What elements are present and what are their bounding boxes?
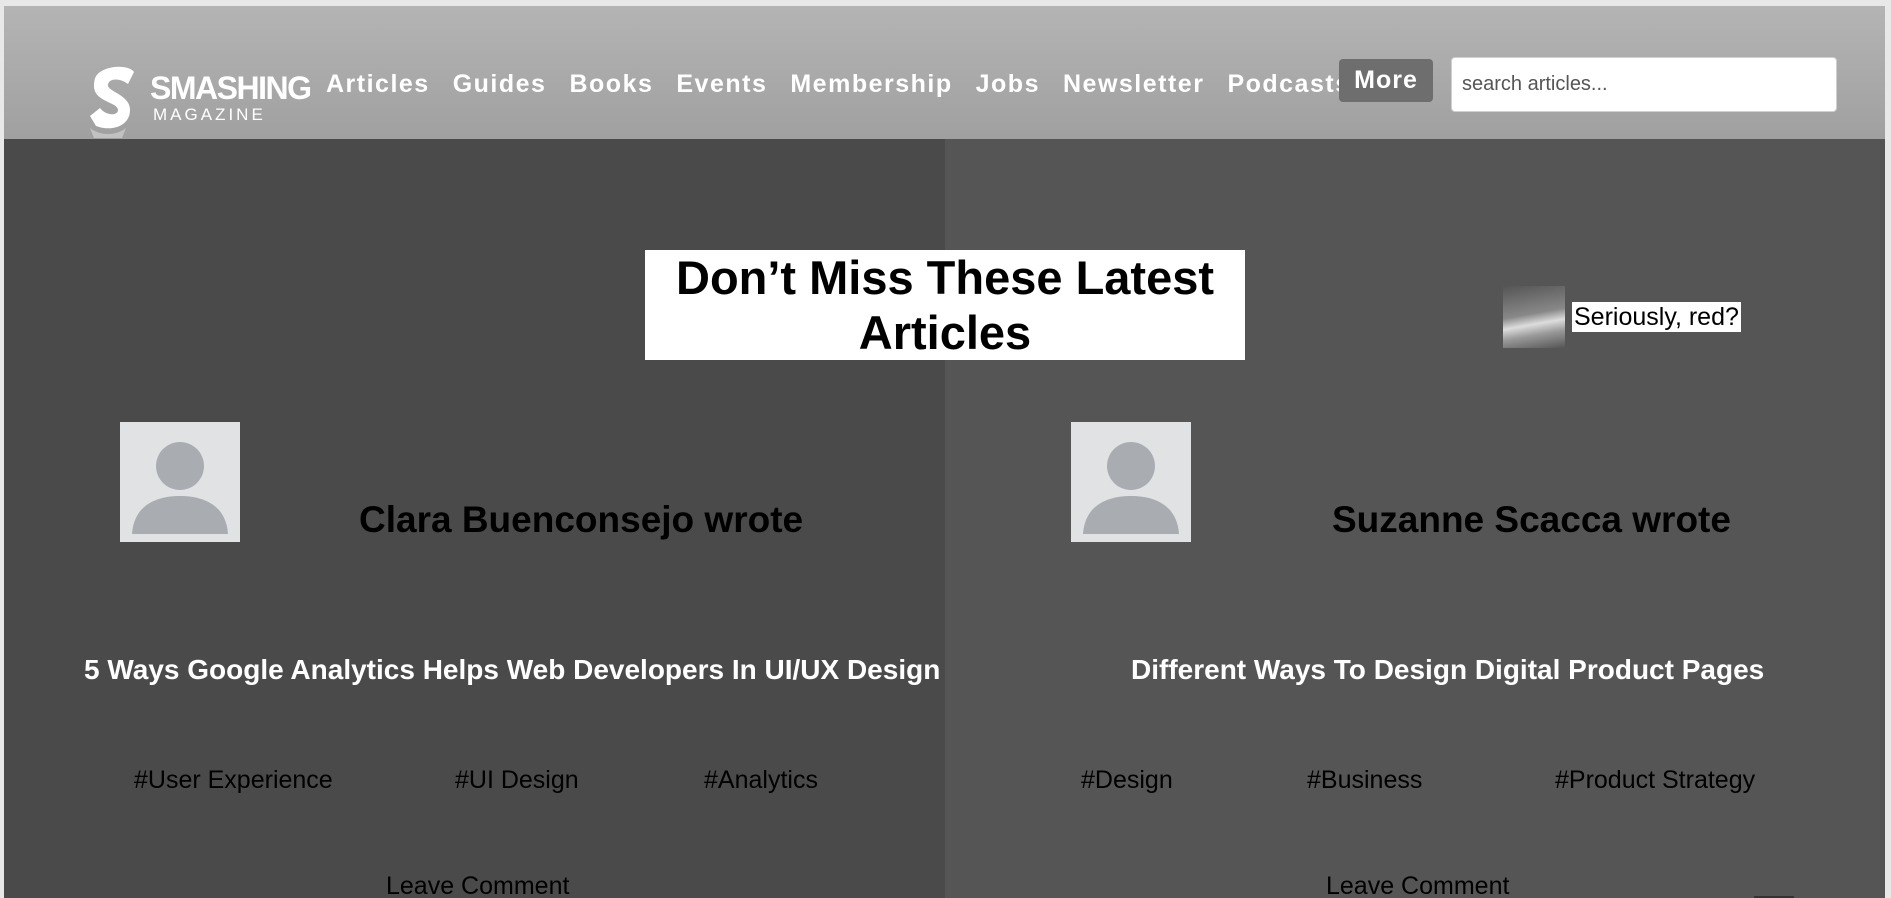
main-nav: Articles Guides Books Events Membership … [326, 68, 1374, 100]
tag-link[interactable]: #Design [1081, 766, 1173, 795]
page-frame: SMASHING MAGAZINE Articles Guides Books … [4, 6, 1885, 898]
nav-item-books[interactable]: Books [569, 70, 653, 99]
tag-link[interactable]: #Business [1307, 766, 1422, 795]
tag-link[interactable]: #Analytics [704, 766, 818, 795]
nav-item-newsletter[interactable]: Newsletter [1063, 70, 1204, 99]
nav-item-guides[interactable]: Guides [453, 70, 547, 99]
leave-comment-link[interactable]: Leave Comment [386, 872, 569, 898]
nav-item-membership[interactable]: Membership [790, 70, 952, 99]
tag-link[interactable]: #User Experience [134, 766, 333, 795]
user-placeholder-icon [132, 442, 228, 534]
logo-wordmark: SMASHING [150, 70, 312, 106]
author-line: Clara Buenconsejo wrote [359, 499, 804, 540]
author-avatar[interactable] [1071, 422, 1191, 542]
article-title-link[interactable]: 5 Ways Google Analytics Helps Web Develo… [84, 654, 940, 686]
promo-thumbnail[interactable] [1503, 286, 1565, 348]
nav-item-jobs[interactable]: Jobs [976, 70, 1040, 99]
tag-link[interactable]: #UI Design [455, 766, 579, 795]
author-line: Suzanne Scacca wrote [1332, 499, 1731, 540]
nav-item-articles[interactable]: Articles [326, 70, 430, 99]
search-input[interactable] [1451, 57, 1837, 112]
promo-link[interactable]: Seriously, red? [1572, 302, 1741, 332]
author-avatar[interactable] [120, 422, 240, 542]
article-title-link[interactable]: Different Ways To Design Digital Product… [1131, 654, 1764, 686]
smashing-cat-icon [90, 66, 134, 138]
nav-item-podcasts[interactable]: Podcasts [1227, 70, 1350, 99]
user-placeholder-icon [1083, 442, 1179, 534]
site-logo[interactable]: SMASHING MAGAZINE [86, 66, 312, 146]
logo-subtitle: MAGAZINE [153, 105, 266, 124]
section-headline: Don’t Miss These Latest Articles [645, 250, 1245, 360]
tag-link[interactable]: #Product Strategy [1555, 766, 1755, 795]
more-button[interactable]: More [1339, 59, 1433, 102]
nav-item-events[interactable]: Events [676, 70, 767, 99]
leave-comment-link[interactable]: Leave Comment [1326, 872, 1509, 898]
site-header: SMASHING MAGAZINE Articles Guides Books … [4, 6, 1885, 139]
